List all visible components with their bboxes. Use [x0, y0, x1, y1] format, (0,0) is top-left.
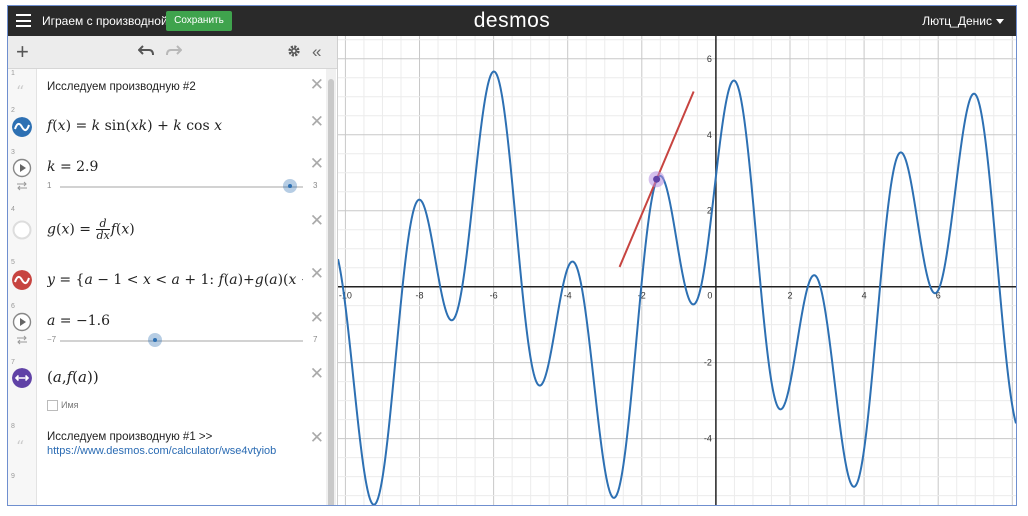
row-number: 3: [11, 149, 15, 156]
slider-a[interactable]: −7 7: [47, 333, 322, 347]
desmos-window: Играем с производной Сохранить desmos Лю…: [7, 5, 1017, 506]
point-a: [653, 175, 661, 183]
scrollbar[interactable]: [326, 69, 336, 505]
close-icon[interactable]: ✕: [310, 364, 324, 384]
redo-icon[interactable]: [166, 44, 182, 58]
x-tick-label: 0: [707, 291, 712, 301]
expression-list: 1 “ Исследуем производную #2 ✕ 2 f(x) = …: [8, 69, 326, 505]
row-number: 2: [11, 107, 15, 114]
x-tick-label: -2: [638, 291, 646, 301]
row-number: 7: [11, 359, 15, 366]
close-icon[interactable]: ✕: [310, 428, 324, 448]
expression-row-5[interactable]: 5 y = {a − 1 < x < a + 1: f(a)+g(a)(x − …: [8, 258, 326, 303]
slider-max[interactable]: 3: [313, 181, 317, 190]
row-number: 6: [11, 303, 15, 310]
graph-title[interactable]: Играем с производной: [42, 14, 168, 28]
top-bar: Играем с производной Сохранить desmos Лю…: [8, 6, 1016, 36]
y-tick-label: -4: [704, 434, 712, 444]
point-icon[interactable]: [12, 368, 32, 388]
label-checkbox-text[interactable]: Имя: [61, 400, 79, 410]
quote-icon: “: [16, 437, 25, 456]
loop-icon[interactable]: [16, 181, 28, 191]
row-number: 5: [11, 259, 15, 266]
undo-icon[interactable]: [138, 44, 154, 58]
expression-row-1[interactable]: 1 “ Исследуем производную #2 ✕: [8, 69, 326, 107]
x-tick-label: -6: [490, 291, 498, 301]
play-icon[interactable]: [12, 158, 32, 178]
row-gutter: 9: [8, 472, 37, 505]
y-tick-label: 6: [707, 54, 712, 64]
close-icon[interactable]: ✕: [310, 154, 324, 174]
x-tick-label: -8: [416, 291, 424, 301]
expression-math[interactable]: (a,f(a)): [47, 368, 99, 386]
x-tick-label: 4: [862, 291, 867, 301]
row-number: 8: [11, 423, 15, 430]
y-tick-label: -2: [704, 358, 712, 368]
row-gutter: 4: [8, 205, 37, 258]
slider-knob[interactable]: [148, 333, 162, 347]
close-icon[interactable]: ✕: [310, 75, 324, 95]
gear-icon[interactable]: [287, 44, 301, 58]
expression-math[interactable]: g(x) = d dx f(x): [47, 218, 135, 241]
note-text[interactable]: Исследуем производную #1 >>: [47, 431, 212, 443]
quote-icon: “: [16, 82, 25, 101]
note-text[interactable]: Исследуем производную #2: [47, 81, 196, 93]
slider-knob[interactable]: [283, 179, 297, 193]
play-icon[interactable]: [12, 312, 32, 332]
close-icon[interactable]: ✕: [310, 308, 324, 328]
double-chevron-left-icon[interactable]: «: [312, 42, 321, 62]
row-number: 1: [11, 70, 15, 77]
expression-row-7[interactable]: 7 (a,f(a)) Имя ✕: [8, 358, 326, 423]
expression-row-3[interactable]: 3 k = 2.9 1 3 ✕: [8, 148, 326, 206]
expression-math[interactable]: a = −1.6: [47, 313, 110, 329]
row-number: 4: [11, 206, 15, 213]
curve-f: [338, 70, 1016, 505]
expression-math[interactable]: k = 2.9: [47, 159, 98, 175]
save-button[interactable]: Сохранить: [166, 11, 232, 31]
plus-icon[interactable]: +: [16, 39, 29, 65]
close-icon[interactable]: ✕: [310, 112, 324, 132]
calculator-link[interactable]: https://www.desmos.com/calculator/wse4vt…: [47, 445, 276, 457]
x-tick-label: 2: [787, 291, 792, 301]
expression-row-4[interactable]: 4 g(x) = d dx f(x) ✕: [8, 205, 326, 259]
curve-color-icon[interactable]: [12, 117, 32, 137]
slider-min[interactable]: −7: [47, 335, 56, 344]
slider-track[interactable]: [60, 340, 303, 342]
row-gutter: 2: [8, 106, 37, 148]
label-checkbox[interactable]: [47, 400, 58, 411]
hidden-curve-icon[interactable]: [12, 220, 32, 240]
expression-row-2[interactable]: 2 f(x) = k sin(xk) + k cos x ✕: [8, 106, 326, 149]
expression-panel: + « 1 “ Исследуем производную #2 ✕ 2 f(x…: [8, 36, 338, 505]
y-tick-label: 4: [707, 130, 712, 140]
row-gutter: 1 “: [8, 69, 37, 106]
expression-math[interactable]: f(x) = k sin(xk) + k cos x: [47, 118, 222, 134]
expression-row-9[interactable]: 9: [8, 472, 326, 505]
user-menu[interactable]: Лютц_Денис: [922, 14, 992, 28]
row-gutter: 7: [8, 358, 37, 422]
graph-paper[interactable]: -10 -8 -6 -4 -2 0 2 4 6 -4 -2 2 4 6: [338, 36, 1016, 506]
close-icon[interactable]: ✕: [310, 211, 324, 231]
row-number: 9: [11, 473, 15, 480]
expression-row-6[interactable]: 6 a = −1.6 −7 7 ✕: [8, 302, 326, 359]
row-gutter: 5: [8, 258, 37, 302]
row-gutter: 6: [8, 302, 37, 358]
slider-max[interactable]: 7: [313, 335, 317, 344]
expression-math[interactable]: y = {a − 1 < x < a + 1: f(a)+g(a)(x − a: [47, 272, 303, 288]
slider-k[interactable]: 1 3: [47, 179, 322, 193]
graph-svg[interactable]: -10 -8 -6 -4 -2 0 2 4 6-4-2246: [338, 36, 1016, 506]
scrollbar-thumb[interactable]: [328, 79, 334, 505]
slider-min[interactable]: 1: [47, 181, 51, 190]
close-icon[interactable]: ✕: [310, 264, 324, 284]
caret-down-icon[interactable]: [996, 19, 1004, 24]
slider-track[interactable]: [60, 186, 303, 188]
hamburger-icon[interactable]: [16, 14, 31, 27]
loop-icon[interactable]: [16, 335, 28, 345]
expression-row-8[interactable]: 8 “ Исследуем производную #1 >> https://…: [8, 422, 326, 473]
x-tick-label: -4: [564, 291, 572, 301]
row-gutter: 8 “: [8, 422, 37, 472]
row-gutter: 3: [8, 148, 37, 205]
expression-toolbar: + «: [8, 36, 337, 69]
curve-color-icon[interactable]: [12, 270, 32, 290]
